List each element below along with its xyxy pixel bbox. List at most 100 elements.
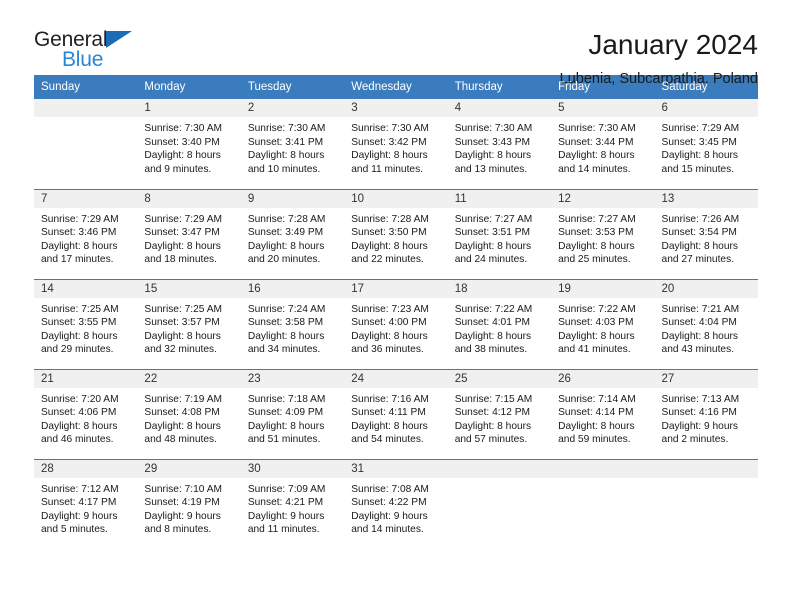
day-number: 22: [137, 369, 241, 388]
day-number: [654, 459, 758, 478]
calendar-day-cell[interactable]: 20 Sunrise: 7:21 AM Sunset: 4:04 PM Dayligh…: [654, 278, 758, 369]
daylight-duration-line2: and 2 minutes.: [661, 434, 729, 446]
sunrise-time: Sunrise: 7:28 AM: [247, 213, 326, 225]
calendar-day-cell[interactable]: 23 Sunrise: 7:18 AM Sunset: 4:09 PM Dayligh…: [240, 368, 345, 459]
calendar-day-cell[interactable]: 1 Sunrise: 7:30 AM Sunset: 3:40 PM Daylight…: [137, 99, 241, 189]
day-details: Sunrise: 7:12 AM Sunset: 4:17 PM Daylight:…: [34, 478, 137, 537]
calendar-day-cell[interactable]: 8 Sunrise: 7:29 AM Sunset: 3:47 PM Daylight…: [137, 188, 241, 279]
daylight-duration-line2: and 25 minutes.: [558, 254, 631, 266]
daylight-duration-line2: and 13 minutes.: [454, 163, 528, 175]
daylight-duration-line2: and 14 minutes.: [351, 524, 424, 536]
day-number: 11: [447, 189, 552, 208]
day-number: 14: [34, 279, 138, 298]
calendar-day-cell[interactable]: 29 Sunrise: 7:10 AM Sunset: 4:19 PM Dayligh…: [137, 458, 241, 549]
day-details: Sunrise: 7:21 AM Sunset: 4:04 PM Daylight:…: [655, 298, 758, 357]
calendar-day-cell[interactable]: 13 Sunrise: 7:26 AM Sunset: 3:54 PM Dayligh…: [654, 188, 758, 279]
sunrise-time: Sunrise: 7:18 AM: [247, 393, 326, 405]
day-number: 27: [654, 369, 758, 388]
daylight-duration-line1: Daylight: 9 hours: [351, 510, 428, 522]
day-number: 13: [654, 189, 758, 208]
daylight-duration-line1: Daylight: 8 hours: [454, 420, 532, 432]
calendar-day-cell[interactable]: 31 Sunrise: 7:08 AM Sunset: 4:22 PM Dayligh…: [344, 458, 448, 549]
calendar-day-cell[interactable]: 24 Sunrise: 7:16 AM Sunset: 4:11 PM Dayligh…: [344, 368, 448, 459]
sunrise-time: Sunrise: 7:12 AM: [41, 483, 119, 495]
day-number: 28: [34, 459, 138, 478]
sunset-time: Sunset: 3:55 PM: [41, 317, 117, 329]
general-blue-logo[interactable]: General Blue: [34, 28, 144, 76]
calendar-day-cell[interactable]: 16 Sunrise: 7:24 AM Sunset: 3:58 PM Dayligh…: [240, 278, 345, 369]
calendar-day-cell[interactable]: 7 Sunrise: 7:29 AM Sunset: 3:46 PM Daylight…: [34, 188, 138, 279]
calendar-day-cell[interactable]: 21 Sunrise: 7:20 AM Sunset: 4:06 PM Dayligh…: [34, 368, 138, 459]
daylight-duration-line2: and 38 minutes.: [454, 344, 528, 356]
daylight-duration-line1: Daylight: 8 hours: [351, 240, 428, 252]
daylight-duration-line2: and 48 minutes.: [144, 434, 217, 446]
sunset-time: Sunset: 4:21 PM: [247, 497, 324, 509]
calendar-day-cell[interactable]: 4 Sunrise: 7:30 AM Sunset: 3:43 PM Daylight…: [447, 99, 552, 189]
calendar-day-cell[interactable]: 30 Sunrise: 7:09 AM Sunset: 4:21 PM Dayligh…: [240, 458, 345, 549]
daylight-duration-line2: and 14 minutes.: [558, 163, 631, 175]
sunrise-time: Sunrise: 7:08 AM: [351, 483, 429, 495]
day-details: Sunrise: 7:20 AM Sunset: 4:06 PM Daylight:…: [34, 388, 137, 447]
calendar-day-cell[interactable]: 10 Sunrise: 7:28 AM Sunset: 3:50 PM Dayligh…: [344, 188, 448, 279]
daylight-duration-line2: and 27 minutes.: [661, 254, 735, 266]
sunrise-time: Sunrise: 7:27 AM: [454, 213, 533, 225]
day-number: 16: [240, 279, 345, 298]
calendar-day-cell[interactable]: 18 Sunrise: 7:22 AM Sunset: 4:01 PM Dayligh…: [447, 278, 552, 369]
calendar-day-cell[interactable]: 22 Sunrise: 7:19 AM Sunset: 4:08 PM Dayligh…: [137, 368, 241, 459]
calendar-day-cell[interactable]: 9 Sunrise: 7:28 AM Sunset: 3:49 PM Daylight…: [240, 188, 345, 279]
daylight-duration-line1: Daylight: 8 hours: [454, 150, 532, 162]
calendar-day-cell[interactable]: 6 Sunrise: 7:29 AM Sunset: 3:45 PM Daylight…: [654, 99, 758, 189]
calendar-day-cell[interactable]: 14 Sunrise: 7:25 AM Sunset: 3:55 PM Dayligh…: [34, 278, 138, 369]
daylight-duration-line1: Daylight: 8 hours: [144, 330, 221, 342]
daylight-duration-line1: Daylight: 8 hours: [41, 240, 118, 252]
calendar-day-cell-empty: [34, 99, 138, 189]
sunrise-time: Sunrise: 7:29 AM: [41, 213, 119, 225]
calendar-day-cell[interactable]: 26 Sunrise: 7:14 AM Sunset: 4:14 PM Dayligh…: [551, 368, 655, 459]
sunset-time: Sunset: 4:14 PM: [558, 407, 634, 419]
calendar-day-cell[interactable]: 17 Sunrise: 7:23 AM Sunset: 4:00 PM Dayligh…: [344, 278, 448, 369]
day-number: 10: [344, 189, 448, 208]
calendar-day-cell[interactable]: 27 Sunrise: 7:13 AM Sunset: 4:16 PM Dayligh…: [654, 368, 758, 459]
day-number: 2: [240, 99, 345, 117]
calendar-day-cell[interactable]: 12 Sunrise: 7:27 AM Sunset: 3:53 PM Dayligh…: [551, 188, 655, 279]
daylight-duration-line1: Daylight: 8 hours: [351, 330, 428, 342]
sunrise-time: Sunrise: 7:22 AM: [454, 303, 533, 315]
sunrise-time: Sunrise: 7:19 AM: [144, 393, 223, 405]
day-details: Sunrise: 7:27 AM Sunset: 3:53 PM Daylight:…: [551, 208, 654, 267]
sunset-time: Sunset: 4:03 PM: [558, 317, 634, 329]
daylight-duration-line2: and 34 minutes.: [247, 344, 321, 356]
daylight-duration-line2: and 41 minutes.: [558, 344, 631, 356]
calendar-day-cell[interactable]: 15 Sunrise: 7:25 AM Sunset: 3:57 PM Dayligh…: [137, 278, 241, 369]
sunrise-time: Sunrise: 7:14 AM: [558, 393, 636, 405]
day-number: 1: [137, 99, 241, 117]
calendar-day-cell[interactable]: 25 Sunrise: 7:15 AM Sunset: 4:12 PM Dayligh…: [447, 368, 552, 459]
daylight-duration-line2: and 51 minutes.: [247, 434, 321, 446]
day-details: Sunrise: 7:29 AM Sunset: 3:46 PM Daylight:…: [34, 208, 137, 267]
sunrise-time: Sunrise: 7:23 AM: [351, 303, 429, 315]
day-details: Sunrise: 7:30 AM Sunset: 3:44 PM Daylight:…: [551, 117, 654, 176]
day-details: Sunrise: 7:09 AM Sunset: 4:21 PM Daylight:…: [241, 478, 344, 537]
day-details: Sunrise: 7:22 AM Sunset: 4:03 PM Daylight:…: [551, 298, 654, 357]
day-details: Sunrise: 7:18 AM Sunset: 4:09 PM Daylight:…: [241, 388, 344, 447]
sunrise-time: Sunrise: 7:26 AM: [661, 213, 740, 225]
sunset-time: Sunset: 3:51 PM: [454, 227, 531, 239]
day-number: 20: [654, 279, 758, 298]
sunset-time: Sunset: 3:44 PM: [558, 136, 634, 148]
calendar-day-cell[interactable]: 3 Sunrise: 7:30 AM Sunset: 3:42 PM Daylight…: [344, 99, 448, 189]
daylight-duration-line1: Daylight: 8 hours: [558, 150, 635, 162]
calendar-day-cell[interactable]: 19 Sunrise: 7:22 AM Sunset: 4:03 PM Dayligh…: [551, 278, 655, 369]
weekday-header-thursday: Thursday: [447, 75, 552, 99]
daylight-duration-line1: Daylight: 8 hours: [247, 420, 325, 432]
page-header: General Blue January 2024 Lubenia, Subca…: [0, 0, 792, 87]
daylight-duration-line1: Daylight: 8 hours: [558, 330, 635, 342]
calendar-day-cell[interactable]: 11 Sunrise: 7:27 AM Sunset: 3:51 PM Dayligh…: [447, 188, 552, 279]
calendar-day-cell[interactable]: 5 Sunrise: 7:30 AM Sunset: 3:44 PM Daylight…: [551, 99, 655, 189]
calendar-day-cell[interactable]: 2 Sunrise: 7:30 AM Sunset: 3:41 PM Daylight…: [240, 99, 345, 189]
day-number: [551, 459, 655, 478]
daylight-duration-line2: and 5 minutes.: [41, 524, 108, 536]
calendar-day-cell[interactable]: 28 Sunrise: 7:12 AM Sunset: 4:17 PM Dayligh…: [34, 458, 138, 549]
day-number: 12: [551, 189, 655, 208]
calendar-week-row: 28 Sunrise: 7:12 AM Sunset: 4:17 PM Dayligh…: [34, 458, 758, 549]
daylight-duration-line1: Daylight: 9 hours: [247, 510, 325, 522]
day-details: Sunrise: 7:16 AM Sunset: 4:11 PM Daylight:…: [344, 388, 447, 447]
